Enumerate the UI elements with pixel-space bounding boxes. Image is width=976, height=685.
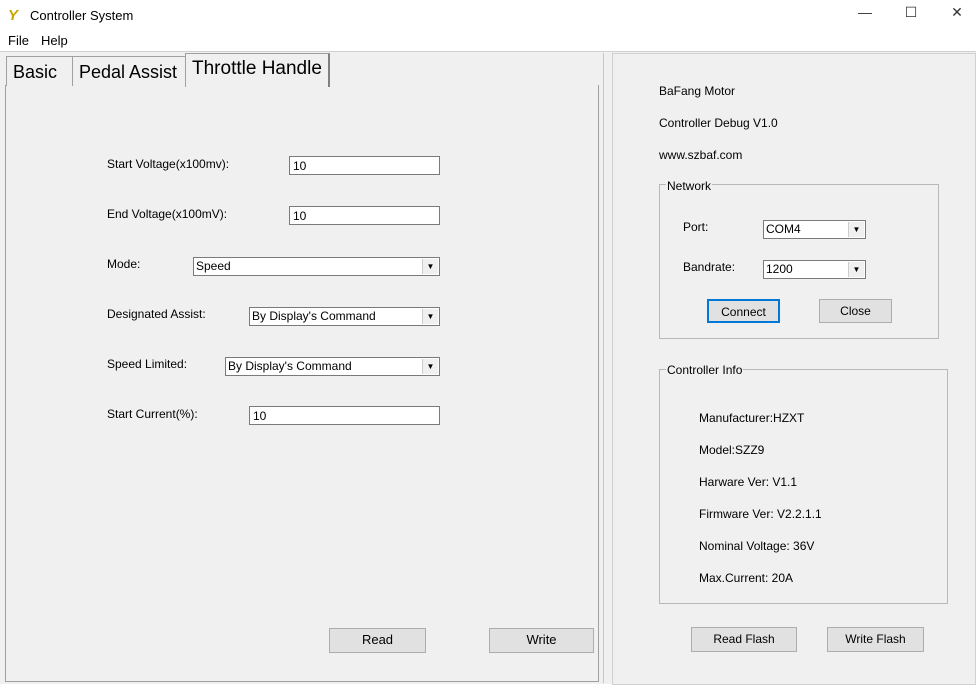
- read-flash-button[interactable]: Read Flash: [691, 627, 797, 652]
- about-website: www.szbaf.com: [659, 148, 743, 162]
- port-select[interactable]: COM4 ▼: [763, 220, 866, 239]
- nominal-voltage-text: Nominal Voltage: 36V: [699, 539, 815, 553]
- chevron-down-icon: ▼: [422, 309, 438, 324]
- chevron-down-icon: ▼: [422, 259, 438, 274]
- controller-info-title: Controller Info: [666, 363, 744, 377]
- baudrate-value: 1200: [766, 262, 793, 276]
- write-button[interactable]: Write: [489, 628, 594, 653]
- designated-assist-label: Designated Assist:: [107, 307, 206, 321]
- menu-file[interactable]: File: [8, 33, 29, 48]
- network-group-title: Network: [666, 179, 713, 193]
- app-logo-icon: Y: [8, 7, 19, 24]
- designated-assist-select[interactable]: By Display's Command ▼: [249, 307, 440, 326]
- speed-limited-label: Speed Limited:: [107, 357, 188, 371]
- mode-label: Mode:: [107, 257, 141, 271]
- port-label: Port:: [683, 220, 709, 234]
- port-value: COM4: [766, 222, 801, 236]
- speed-limited-select[interactable]: By Display's Command ▼: [225, 357, 440, 376]
- menu-help[interactable]: Help: [41, 33, 68, 48]
- tab-pedal-assist[interactable]: Pedal Assist: [72, 56, 187, 86]
- write-flash-button[interactable]: Write Flash: [827, 627, 924, 652]
- manufacturer-text: Manufacturer:HZXT: [699, 411, 805, 425]
- start-voltage-input[interactable]: 10: [289, 156, 440, 175]
- chevron-down-icon: ▼: [422, 359, 438, 374]
- start-current-input[interactable]: 10: [249, 406, 440, 425]
- read-button[interactable]: Read: [329, 628, 426, 653]
- connect-button[interactable]: Connect: [707, 299, 780, 323]
- start-voltage-label: Start Voltage(x100mv):: [107, 157, 230, 171]
- minimize-button[interactable]: —: [850, 4, 880, 20]
- tab-basic[interactable]: Basic: [6, 56, 73, 86]
- mode-value: Speed: [196, 259, 231, 273]
- window-title: Controller System: [30, 8, 134, 23]
- speed-limited-value: By Display's Command: [228, 359, 352, 373]
- close-window-button[interactable]: ✕: [942, 4, 972, 21]
- maximize-button[interactable]: ☐: [896, 4, 926, 21]
- end-voltage-input[interactable]: 10: [289, 206, 440, 225]
- model-text: Model:SZZ9: [699, 443, 765, 457]
- chevron-down-icon: ▼: [848, 222, 864, 237]
- hardware-version-text: Harware Ver: V1.1: [699, 475, 798, 489]
- baudrate-select[interactable]: 1200 ▼: [763, 260, 866, 279]
- close-port-button[interactable]: Close: [819, 299, 892, 323]
- tab-throttle-handle[interactable]: Throttle Handle: [185, 53, 330, 87]
- firmware-version-text: Firmware Ver: V2.2.1.1: [699, 507, 822, 521]
- mode-select[interactable]: Speed ▼: [193, 257, 440, 276]
- baudrate-label: Bandrate:: [683, 260, 736, 274]
- about-version: Controller Debug V1.0: [659, 116, 778, 130]
- max-current-text: Max.Current: 20A: [699, 571, 794, 585]
- designated-assist-value: By Display's Command: [252, 309, 376, 323]
- end-voltage-label: End Voltage(x100mV):: [107, 207, 228, 221]
- divider: [603, 53, 604, 683]
- start-current-label: Start Current(%):: [107, 407, 198, 421]
- chevron-down-icon: ▼: [848, 262, 864, 277]
- about-brand: BaFang Motor: [659, 84, 736, 98]
